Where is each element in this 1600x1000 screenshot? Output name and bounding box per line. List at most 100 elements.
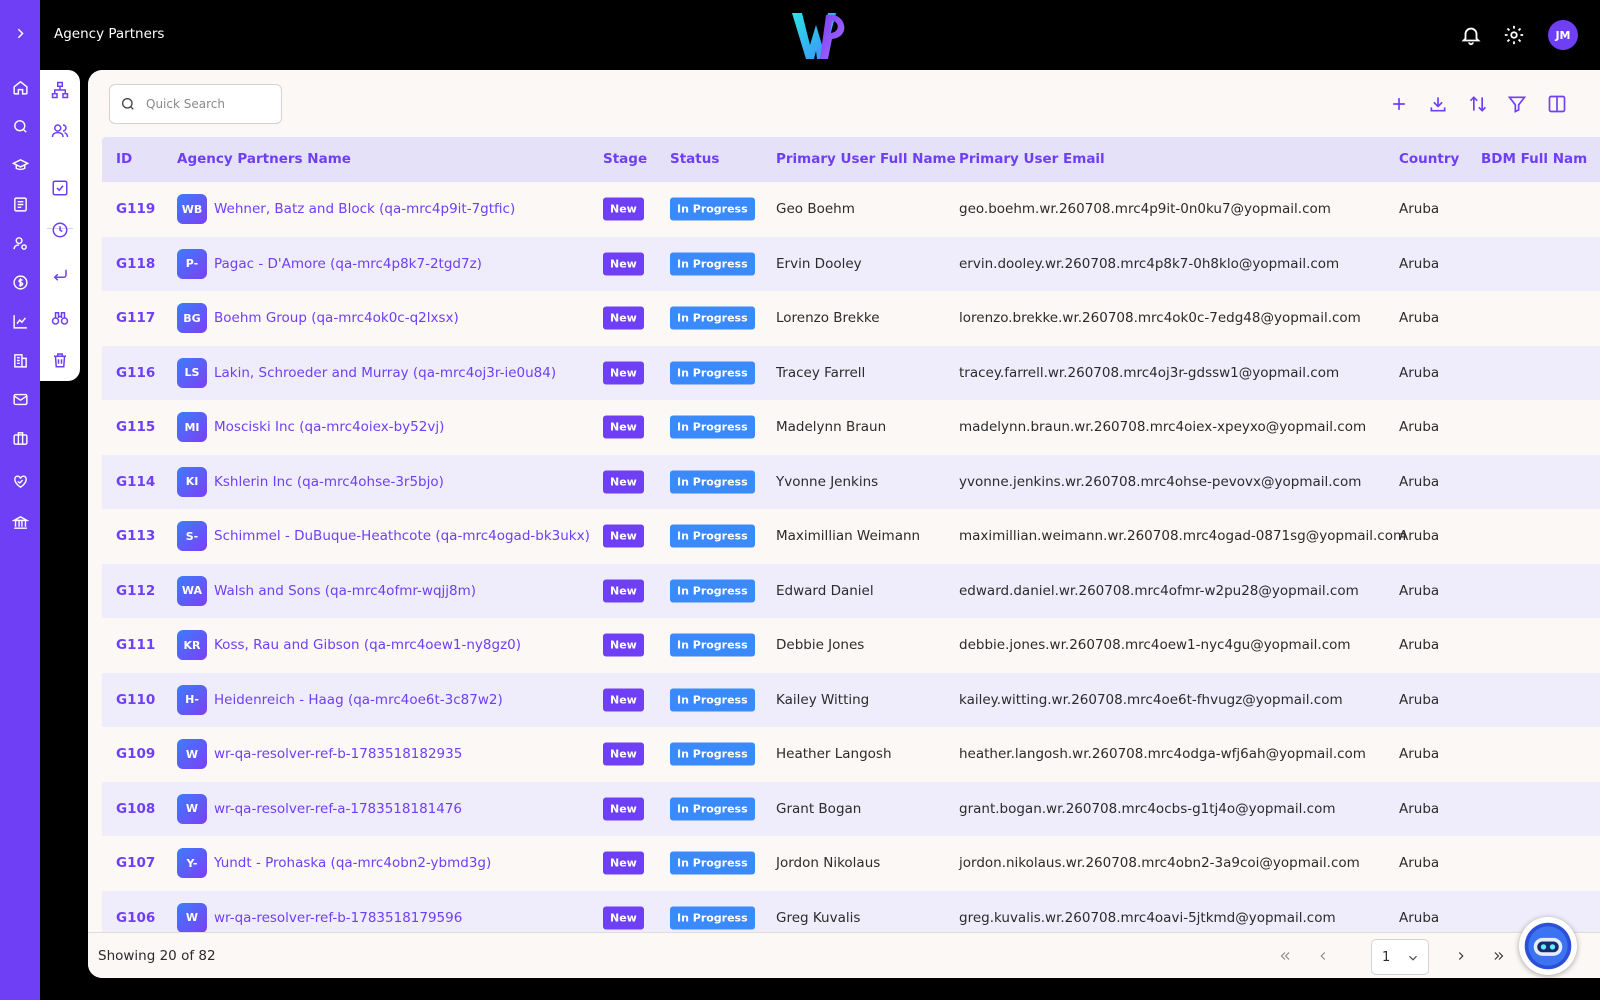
gear-icon[interactable] <box>1502 23 1526 47</box>
agency-name[interactable]: Yundt - Prohaska (qa-mrc4obn2-ybmd3g) <box>214 855 491 871</box>
row-id[interactable]: G115 <box>116 419 155 435</box>
agency-name-link[interactable]: KI Kshlerin Inc (qa-mrc4ohse-3r5bjo) <box>177 466 444 497</box>
dollar-icon[interactable] <box>9 271 31 293</box>
row-id[interactable]: G108 <box>116 801 155 817</box>
agency-name-link[interactable]: H- Heidenreich - Haag (qa-mrc4oe6t-3c87w2… <box>177 684 503 715</box>
graduation-cap-icon[interactable] <box>9 154 31 176</box>
bell-icon[interactable] <box>1459 23 1483 47</box>
row-id[interactable]: G118 <box>116 256 155 272</box>
next-page-icon[interactable] <box>1450 945 1472 967</box>
briefcase-icon[interactable] <box>9 427 31 449</box>
row-id[interactable]: G112 <box>116 583 155 599</box>
column-header-id[interactable]: ID <box>116 151 132 167</box>
quick-search[interactable] <box>109 84 282 124</box>
row-id[interactable]: G119 <box>116 201 155 217</box>
agency-name[interactable]: wr-qa-resolver-ref-a-1783518181476 <box>214 801 462 817</box>
column-header-country[interactable]: Country <box>1399 151 1459 167</box>
column-header-stage[interactable]: Stage <box>603 151 647 167</box>
row-id[interactable]: G117 <box>116 310 155 326</box>
row-id[interactable]: G111 <box>116 637 155 653</box>
home-icon[interactable] <box>9 76 31 98</box>
plus-icon[interactable] <box>1386 91 1412 117</box>
first-page-icon[interactable] <box>1274 945 1296 967</box>
agency-name[interactable]: Walsh and Sons (qa-mrc4ofmr-wqjj8m) <box>214 583 476 599</box>
agency-name[interactable]: Kshlerin Inc (qa-mrc4ohse-3r5bjo) <box>214 474 444 490</box>
user-settings-icon[interactable] <box>9 232 31 254</box>
columns-icon[interactable] <box>1544 91 1570 117</box>
line-chart-icon[interactable] <box>9 310 31 332</box>
binoculars-icon[interactable] <box>49 307 71 329</box>
table-row[interactable]: G108 Wwr-qa-resolver-ref-a-1783518181476 N… <box>102 781 1600 836</box>
agency-name-link[interactable]: BG Boehm Group (qa-mrc4ok0c-q2lxsx) <box>177 303 459 334</box>
agency-name-link[interactable]: KR Koss, Rau and Gibson (qa-mrc4oew1-ny8g… <box>177 630 521 661</box>
users-icon[interactable] <box>49 120 71 142</box>
prev-page-icon[interactable] <box>1312 945 1334 967</box>
agency-name-link[interactable]: P- Pagac - D'Amore (qa-mrc4p8k7-2tgd7z) <box>177 248 482 279</box>
agency-name-link[interactable]: WA Walsh and Sons (qa-mrc4ofmr-wqjj8m) <box>177 575 476 606</box>
return-arrow-icon[interactable] <box>49 264 71 286</box>
bank-icon[interactable] <box>9 511 31 533</box>
checkbox-icon[interactable] <box>49 177 71 199</box>
table-row[interactable]: G117 BG Boehm Group (qa-mrc4ok0c-q2lxsx) Ne… <box>102 291 1600 346</box>
row-id[interactable]: G110 <box>116 692 155 708</box>
document-list-icon[interactable] <box>9 193 31 215</box>
handshake-heart-icon[interactable] <box>9 470 31 492</box>
agency-name-link[interactable]: MI Mosciski Inc (qa-mrc4oiex-by52vj) <box>177 412 444 443</box>
page-select[interactable]: 1 <box>1371 939 1429 975</box>
agency-name[interactable]: Boehm Group (qa-mrc4ok0c-q2lxsx) <box>214 310 459 326</box>
chatbot-icon[interactable] <box>1519 917 1577 975</box>
agency-name[interactable]: Wehner, Batz and Block (qa-mrc4p9it-7gtf… <box>214 201 515 217</box>
mail-icon[interactable] <box>9 388 31 410</box>
agency-name-link[interactable]: Wwr-qa-resolver-ref-a-1783518181476 <box>177 793 462 824</box>
filter-icon[interactable] <box>1504 91 1530 117</box>
agency-name[interactable]: Schimmel - DuBuque-Heathcote (qa-mrc4oga… <box>214 528 590 544</box>
wr-logo-icon[interactable] <box>790 11 850 61</box>
clock-icon[interactable] <box>49 219 71 241</box>
column-header-bdm-full-name[interactable]: BDM Full Nam <box>1481 151 1587 167</box>
row-id[interactable]: G116 <box>116 365 155 381</box>
table-row[interactable]: G111 KR Koss, Rau and Gibson (qa-mrc4oew1-… <box>102 618 1600 673</box>
chevron-right-icon[interactable] <box>9 22 31 44</box>
column-header-name[interactable]: Agency Partners Name <box>177 151 351 167</box>
column-header-primary-user-name[interactable]: Primary User Full Name <box>776 151 956 167</box>
table-row[interactable]: G107 Y- Yundt - Prohaska (qa-mrc4obn2-ybmd… <box>102 836 1600 891</box>
agency-name-link[interactable]: Wwr-qa-resolver-ref-b-1783518179596 <box>177 902 462 933</box>
table-row[interactable]: G109 Wwr-qa-resolver-ref-b-1783518182935 N… <box>102 727 1600 782</box>
agency-name-link[interactable]: Wwr-qa-resolver-ref-b-1783518182935 <box>177 739 462 770</box>
agency-name[interactable]: wr-qa-resolver-ref-b-1783518182935 <box>214 746 462 762</box>
agency-name[interactable]: Koss, Rau and Gibson (qa-mrc4oew1-ny8gz0… <box>214 637 521 653</box>
table-row[interactable]: G110 H- Heidenreich - Haag (qa-mrc4oe6t-3c… <box>102 672 1600 727</box>
agency-name-link[interactable]: WB Wehner, Batz and Block (qa-mrc4p9it-7g… <box>177 194 515 225</box>
column-header-primary-user-email[interactable]: Primary User Email <box>959 151 1105 167</box>
agency-name[interactable]: Heidenreich - Haag (qa-mrc4oe6t-3c87w2) <box>214 692 503 708</box>
agency-name[interactable]: Lakin, Schroeder and Murray (qa-mrc4oj3r… <box>214 365 556 381</box>
table-row[interactable]: G119 WB Wehner, Batz and Block (qa-mrc4p9i… <box>102 182 1600 237</box>
row-id[interactable]: G114 <box>116 474 155 490</box>
agency-name-link[interactable]: LS Lakin, Schroeder and Murray (qa-mrc4oj… <box>177 357 556 388</box>
download-icon[interactable] <box>1425 91 1451 117</box>
row-id[interactable]: G107 <box>116 855 155 871</box>
agency-name-link[interactable]: Y- Yundt - Prohaska (qa-mrc4obn2-ybmd3g) <box>177 848 491 879</box>
table-row[interactable]: G112 WA Walsh and Sons (qa-mrc4ofmr-wqjj8m… <box>102 563 1600 618</box>
row-id[interactable]: G109 <box>116 746 155 762</box>
column-header-status[interactable]: Status <box>670 151 719 167</box>
row-id[interactable]: G113 <box>116 528 155 544</box>
agency-name-link[interactable]: S- Schimmel - DuBuque-Heathcote (qa-mrc4o… <box>177 521 590 552</box>
agency-name[interactable]: wr-qa-resolver-ref-b-1783518179596 <box>214 910 462 926</box>
trash-icon[interactable] <box>49 349 71 371</box>
org-chart-icon[interactable] <box>49 79 71 101</box>
last-page-icon[interactable] <box>1488 945 1510 967</box>
avatar[interactable]: JM <box>1548 20 1578 50</box>
search-input[interactable] <box>146 97 266 111</box>
table-row[interactable]: G118 P- Pagac - D'Amore (qa-mrc4p8k7-2tgd7… <box>102 236 1600 291</box>
agency-name[interactable]: Pagac - D'Amore (qa-mrc4p8k7-2tgd7z) <box>214 256 482 272</box>
agency-name[interactable]: Mosciski Inc (qa-mrc4oiex-by52vj) <box>214 419 444 435</box>
table-row[interactable]: G115 MI Mosciski Inc (qa-mrc4oiex-by52vj) N… <box>102 400 1600 455</box>
search-icon[interactable] <box>9 115 31 137</box>
table-row[interactable]: G116 LS Lakin, Schroeder and Murray (qa-mr… <box>102 345 1600 400</box>
row-id[interactable]: G106 <box>116 910 155 926</box>
table-row[interactable]: G113 S- Schimmel - DuBuque-Heathcote (qa-m… <box>102 509 1600 564</box>
table-row[interactable]: G114 KI Kshlerin Inc (qa-mrc4ohse-3r5bjo) N… <box>102 454 1600 509</box>
sort-icon[interactable] <box>1465 91 1491 117</box>
building-icon[interactable] <box>9 349 31 371</box>
